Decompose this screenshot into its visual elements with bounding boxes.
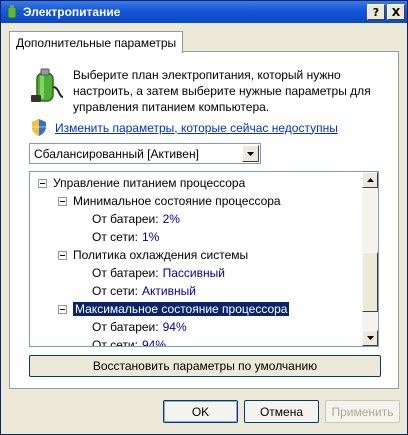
tree-leaf[interactable]: От батареи: 2% <box>92 210 180 228</box>
tree-leaf[interactable]: От батареи: Пассивный <box>92 264 225 282</box>
close-button[interactable]: X <box>387 4 405 20</box>
settings-tree[interactable]: Управление питанием процессора Минимальн… <box>29 171 379 347</box>
collapse-icon[interactable] <box>58 196 67 206</box>
tree-leaf[interactable]: От сети: Активный <box>92 282 196 300</box>
tree-leaf[interactable]: От сети: 1% <box>92 228 159 246</box>
setting-label: От батареи: <box>92 320 159 334</box>
setting-label: От сети: <box>92 230 138 244</box>
setting-label: От сети: <box>92 338 138 346</box>
scroll-thumb[interactable] <box>362 252 378 312</box>
power-options-dialog: Электропитание ? X Дополнительные параме… <box>0 0 408 435</box>
setting-label: От батареи: <box>92 212 159 226</box>
ok-button[interactable]: OK <box>163 400 238 423</box>
title-bar[interactable]: Электропитание ? X <box>1 1 407 23</box>
chevron-down-icon <box>247 151 254 156</box>
tree-node-label: Максимальное состояние процессора <box>73 302 290 316</box>
scroll-up-button[interactable] <box>362 172 378 188</box>
uac-shield-icon <box>32 119 46 136</box>
description-text: Выберите план электропитания, который ну… <box>73 68 371 114</box>
help-button[interactable]: ? <box>367 4 385 20</box>
power-plan-select[interactable]: Сбалансированный [Активен] <box>29 143 261 164</box>
tree-node-root[interactable]: Управление питанием процессора <box>38 174 245 192</box>
tree-node-group[interactable]: Минимальное состояние процессора <box>58 192 281 210</box>
setting-value: 1% <box>141 230 160 244</box>
tree-node-label: Политика охлаждения системы <box>73 248 249 262</box>
dropdown-button[interactable] <box>242 145 259 162</box>
setting-label: От сети: <box>92 284 138 298</box>
arrow-down-icon <box>366 336 374 340</box>
tree-leaf[interactable]: От батареи: 94% <box>92 318 187 336</box>
collapse-icon[interactable] <box>38 178 47 188</box>
change-unavailable-settings-row: Изменить параметры, которые сейчас недос… <box>31 119 338 136</box>
collapse-icon[interactable] <box>58 250 67 260</box>
power-plan-value: Сбалансированный [Активен] <box>34 146 199 161</box>
power-battery-icon <box>7 5 17 19</box>
tab-label: Дополнительные параметры <box>16 35 177 50</box>
tree-node-group[interactable]: Политика охлаждения системы <box>58 246 248 264</box>
setting-value: 2% <box>162 212 180 226</box>
setting-value: 94% <box>141 338 167 346</box>
tab-advanced-settings[interactable]: Дополнительные параметры <box>9 31 184 53</box>
tree-leaf[interactable]: От сети: 94% <box>92 336 166 346</box>
battery-plug-icon <box>31 68 64 102</box>
setting-value: Пассивный <box>162 266 225 280</box>
tree-node-group-selected[interactable]: Максимальное состояние процессора <box>58 300 290 318</box>
setting-label: От батареи: <box>92 266 159 280</box>
window-title: Электропитание <box>23 5 121 19</box>
collapse-icon[interactable] <box>58 304 67 314</box>
apply-button[interactable]: Применить <box>325 400 400 423</box>
restore-defaults-button[interactable]: Восстановить параметры по умолчанию <box>29 355 381 377</box>
settings-tree-content: Управление питанием процессора Минимальн… <box>30 172 362 346</box>
arrow-up-icon <box>366 178 374 182</box>
tree-node-label: Управление питанием процессора <box>53 176 246 190</box>
tree-node-label: Минимальное состояние процессора <box>73 194 281 208</box>
vertical-scrollbar[interactable] <box>362 172 378 346</box>
setting-value: 94% <box>162 320 187 334</box>
scroll-down-button[interactable] <box>362 330 378 346</box>
setting-value: Активный <box>141 284 196 298</box>
cancel-button[interactable]: Отмена <box>244 400 319 423</box>
change-unavailable-settings-link[interactable]: Изменить параметры, которые сейчас недос… <box>55 121 338 135</box>
